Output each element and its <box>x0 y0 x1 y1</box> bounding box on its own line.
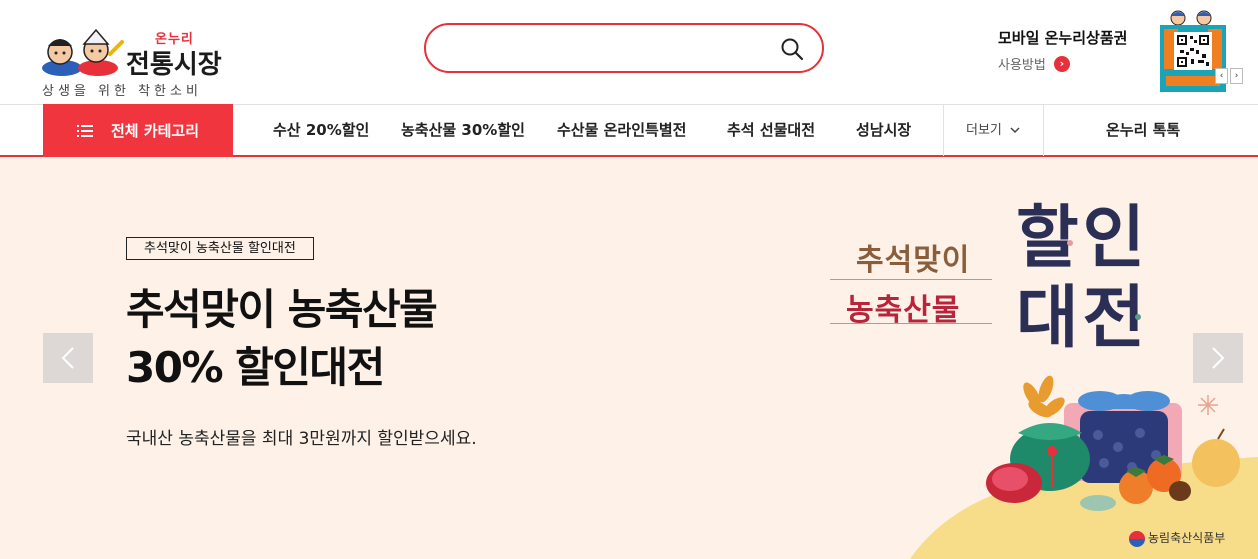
search-bar <box>424 23 824 73</box>
nav-item-seafood-discount[interactable]: 수산 20%할인 <box>273 105 369 156</box>
mobile-voucher-info: 모바일 온누리상품권 사용방법 › <box>998 27 1148 73</box>
search-icon[interactable] <box>780 37 804 61</box>
banner-badge: 추석맞이 농축산물 할인대전 <box>126 237 314 260</box>
usage-guide-label: 사용방법 <box>998 58 1046 73</box>
logo-title: 전통시장 <box>126 50 222 80</box>
nav-item-seafood-online[interactable]: 수산물 온라인특별전 <box>557 105 686 156</box>
nav-more-button[interactable]: 더보기 <box>966 105 1020 156</box>
qr-prev-button[interactable]: ‹ <box>1215 68 1228 84</box>
banner-subline: 국내산 농축산물을 최대 3만원까지 할인받으세요. <box>126 429 477 449</box>
ministry-name: 농림축산식품부 <box>1148 531 1226 545</box>
onnuri-logo[interactable]: 온누리 전통시장 상생을 위한 착한소비 <box>40 18 230 100</box>
nav-divider <box>1043 105 1044 156</box>
banner-headline-line2: 30% 할인대전 <box>126 343 385 392</box>
nav-item-chuseok-gift[interactable]: 추석 선물대전 <box>727 105 815 156</box>
chevron-left-icon <box>61 347 74 369</box>
banner-prev-button[interactable] <box>43 333 93 383</box>
banner-headline: 추석맞이 농축산물 30% 할인대전 <box>126 281 438 397</box>
nav-onnuri-talk[interactable]: 온누리 톡톡 <box>1106 105 1180 156</box>
ministry-logo: 농림축산식품부 <box>1128 529 1225 546</box>
hero-banner[interactable]: 추석맞이 농축산물 할인대전 추석맞이 농축산물 30% 할인대전 국내산 농축… <box>0 157 1258 559</box>
all-category-label: 전체 카테고리 <box>110 122 200 140</box>
all-category-button[interactable]: 전체 카테고리 <box>43 104 233 157</box>
mobile-voucher-title: 모바일 온누리상품권 <box>998 29 1128 47</box>
nav-more-label: 더보기 <box>966 123 1002 138</box>
gift-basket-illustration <box>910 240 1258 559</box>
usage-guide-link[interactable]: 사용방법 › <box>998 54 1148 73</box>
nav-item-seongnam-market[interactable]: 성남시장 <box>856 105 911 156</box>
mascot-logo-icon <box>42 28 124 76</box>
arrow-right-circle-icon: › <box>1053 55 1070 72</box>
nav-item-agri-discount[interactable]: 농축산물 30%할인 <box>401 105 525 156</box>
qr-next-button[interactable]: › <box>1230 68 1243 84</box>
logo-slogan: 상생을 위한 착한소비 <box>42 84 202 99</box>
site-header: 온누리 전통시장 상생을 위한 착한소비 모바일 온누리상품권 사용방법 › ‹… <box>0 0 1258 104</box>
nav-divider <box>943 105 944 156</box>
banner-illustration: 추석맞이 농축산물 할인 대전 농림축산식품부 <box>800 157 1258 559</box>
chevron-down-icon <box>1010 127 1020 134</box>
main-navigation: 전체 카테고리 수산 20%할인 농축산물 30%할인 수산물 온라인특별전 추… <box>0 104 1258 157</box>
banner-headline-line1: 추석맞이 농축산물 <box>126 285 438 334</box>
search-input[interactable] <box>446 35 776 61</box>
menu-icon <box>76 124 93 137</box>
